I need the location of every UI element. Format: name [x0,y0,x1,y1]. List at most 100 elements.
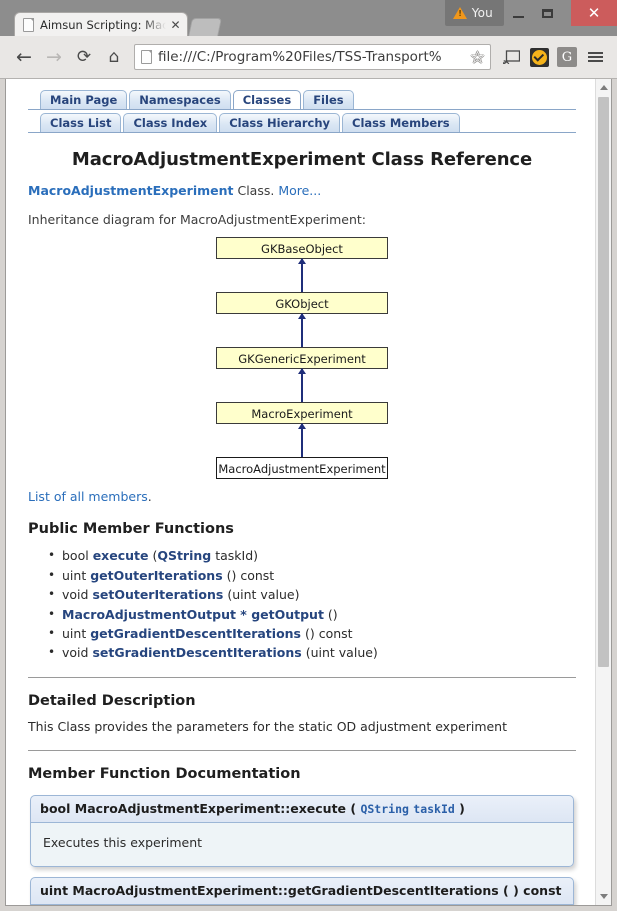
more-link[interactable]: More... [278,183,321,198]
member-function-item: uint getOuterIterations () const [48,566,576,585]
doxygen-primary-tabs: Main Page Namespaces Classes Files [28,87,576,110]
member-args-post: uint value) [232,587,300,603]
tab-class-members[interactable]: Class Members [342,113,460,132]
tab-classes[interactable]: Classes [232,90,302,109]
cast-icon[interactable] [497,43,525,71]
public-member-functions-heading: Public Member Functions [28,521,234,538]
tab-class-list[interactable]: Class List [40,113,122,132]
menu-button[interactable] [581,43,609,71]
proto-suffix: ) [454,800,465,816]
tab-class-hierarchy[interactable]: Class Hierarchy [219,113,341,132]
forward-button[interactable]: → [39,42,69,72]
member-doc-prototype: bool MacroAdjustmentExperiment::execute … [30,794,574,824]
proto-param-type: QString [360,801,409,816]
member-function-item: MacroAdjustmentOutput * getOutput () [48,605,576,624]
all-members-line: List of all members. [28,488,576,506]
member-args-pre: ( [222,567,232,583]
inheritance-arrow-2 [298,313,306,348]
browser-toolbar: ← → ⟳ ⌂ file:///C:/Program%20Files/TSS-T… [0,36,617,79]
proto-suffix: ) const [513,883,562,899]
member-function-item: uint getGradientDescentIterations () con… [48,624,576,643]
member-return-type: void [62,587,93,603]
scroll-up-button[interactable] [596,80,611,95]
inheritance-node-macroexperiment[interactable]: MacroExperiment [216,402,388,425]
member-args-post: taskId) [211,548,259,564]
member-return-type: uint [62,625,91,641]
home-button[interactable]: ⌂ [99,42,129,72]
address-bar-url: file:///C:/Program%20Files/TSS-Transport… [158,49,442,65]
member-function-documentation-heading: Member Function Documentation [28,749,576,785]
member-name-execute[interactable]: execute [93,548,149,563]
all-members-period: . [147,489,152,505]
browser-titlebar: You ✕ Aimsun Scripting: MacroA ✕ [0,0,617,37]
inheritance-arrow-4 [298,423,306,458]
detailed-description-heading: Detailed Description [28,676,576,712]
member-args-pre: ( [323,606,333,622]
browser-tab-title: Aimsun Scripting: MacroA [40,17,166,32]
scroll-down-button[interactable] [596,889,611,904]
member-args-pre: ( [301,625,310,641]
back-button[interactable]: ← [9,42,39,72]
list-of-all-members-link[interactable]: List of all members [28,489,148,504]
member-return-type: bool [62,548,93,564]
page-scrollbar[interactable] [595,79,611,905]
member-name-setgradientdescentiterations[interactable]: setGradientDescentIterations [92,645,301,660]
inheritance-node-macroadjustmentexperiment: MacroAdjustmentExperiment [216,457,388,480]
tab-class-index[interactable]: Class Index [123,113,218,132]
class-name-link[interactable]: MacroAdjustmentExperiment [28,183,234,198]
public-member-functions-list: bool execute (QString taskId) uint getOu… [28,546,576,662]
page-content: Main Page Namespaces Classes Files Class… [6,79,596,905]
member-function-item: void setGradientDescentIterations (uint … [48,643,576,662]
detailed-description-text: This Class provides the parameters for t… [28,718,508,734]
check-badge-icon [529,47,549,67]
doxygen-document: Main Page Namespaces Classes Files Class… [6,79,596,905]
member-args-post: ) [332,606,338,622]
check-badge-button[interactable] [525,43,553,71]
member-args-pre: ( [148,548,158,564]
g-extension-button[interactable]: G [553,43,581,71]
proto-prefix: bool MacroAdjustmentExperiment::execute … [40,800,361,816]
browser-tab[interactable]: Aimsun Scripting: MacroA ✕ [14,12,188,36]
member-args-post: uint value) [310,645,378,661]
page-title: MacroAdjustmentExperiment Class Referenc… [71,149,533,170]
reload-button[interactable]: ⟳ [69,42,99,72]
bookmark-star-icon[interactable]: ☆ [468,48,487,68]
member-doc-body: Executes this experiment [30,823,574,868]
page-favicon-icon [23,17,34,32]
chevron-up-icon [599,85,608,90]
member-function-item: void setOuterIterations (uint value) [48,585,576,604]
proto-param-name: taskId [413,801,455,816]
inheritance-arrow-3 [298,368,306,403]
scrollbar-thumb[interactable] [598,97,609,667]
member-args-pre: ( [223,587,233,603]
tab-main-page[interactable]: Main Page [40,90,128,109]
inheritance-arrow-1 [298,258,306,293]
member-args-pre: ( [301,645,311,661]
member-doc-item: uint MacroAdjustmentExperiment::getGradi… [30,877,574,905]
tab-namespaces[interactable]: Namespaces [129,90,231,109]
page-document-icon [141,50,152,64]
g-button-icon: G [557,47,577,67]
member-function-item: bool execute (QString taskId) [48,546,576,565]
inheritance-node-gkbaseobject[interactable]: GKBaseObject [216,237,388,260]
page-viewport: Main Page Namespaces Classes Files Class… [5,79,612,906]
menu-icon [587,50,603,64]
tab-files[interactable]: Files [303,90,354,109]
inheritance-node-gkgenericexperiment[interactable]: GKGenericExperiment [216,347,388,370]
member-name-setouteriterations[interactable]: setOuterIterations [92,587,223,602]
member-name-getgradientdescentiterations[interactable]: getGradientDescentIterations [90,626,301,641]
member-return-type: void [62,645,93,661]
member-name-getouteriterations[interactable]: getOuterIterations [90,568,222,583]
tab-close-icon[interactable]: ✕ [168,17,183,32]
chevron-down-icon [599,894,608,899]
member-param-type-qstring[interactable]: QString [157,548,211,563]
address-bar[interactable]: file:///C:/Program%20Files/TSS-Transport… [134,44,491,70]
inheritance-node-gkobject[interactable]: GKObject [216,292,388,315]
new-tab-button[interactable] [187,18,223,37]
member-return-type: uint [62,567,91,583]
member-name-getoutput[interactable]: MacroAdjustmentOutput * getOutput [62,607,324,622]
browser-tab-strip: Aimsun Scripting: MacroA ✕ [0,12,617,37]
doxygen-secondary-tabs: Class List Class Index Class Hierarchy C… [28,110,576,133]
class-intro-line: MacroAdjustmentExperiment Class. More... [28,182,576,200]
browser-window: You ✕ Aimsun Scripting: MacroA ✕ ← → ⟳ ⌂… [0,0,617,911]
